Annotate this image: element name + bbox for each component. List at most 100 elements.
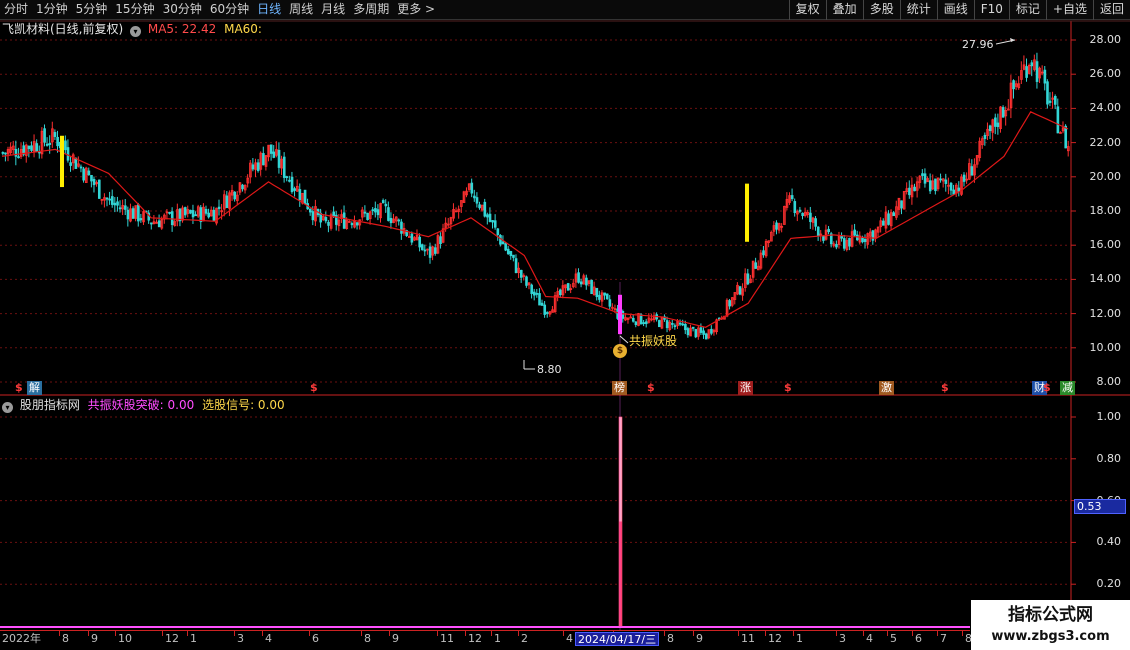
candle-body bbox=[14, 148, 18, 157]
period-tab[interactable]: 60分钟 bbox=[206, 0, 253, 20]
candle-body bbox=[462, 191, 466, 203]
candle-body bbox=[150, 222, 153, 225]
candle-body bbox=[311, 211, 315, 221]
candle-body bbox=[981, 138, 984, 146]
candle-body bbox=[1048, 100, 1052, 103]
price-tick-label: 28.00 bbox=[1089, 33, 1122, 46]
indicator-tick-label: 0.40 bbox=[1096, 535, 1122, 549]
candle-body bbox=[27, 145, 31, 150]
event-badge[interactable]: 涨 bbox=[738, 381, 753, 395]
date-tick bbox=[491, 631, 492, 636]
candle-body bbox=[928, 180, 932, 192]
candle-body bbox=[397, 219, 401, 222]
event-badge[interactable]: 榜 bbox=[612, 381, 627, 395]
tool-button[interactable]: 统计 bbox=[899, 0, 937, 20]
date-tick-label: 1 bbox=[494, 632, 501, 645]
candle-body bbox=[1051, 97, 1054, 100]
tool-button[interactable]: 返回 bbox=[1092, 0, 1130, 20]
dollar-event-icon[interactable]: $ bbox=[784, 381, 792, 395]
kline-chart[interactable] bbox=[0, 0, 1130, 650]
indicator-name[interactable]: 股朋指标网 bbox=[20, 398, 80, 412]
event-badge[interactable]: 减 bbox=[1060, 381, 1075, 395]
period-tab[interactable]: 多周期 bbox=[349, 0, 393, 20]
candle-body bbox=[1043, 69, 1047, 84]
period-tab[interactable]: 30分钟 bbox=[159, 0, 206, 20]
candle-body bbox=[95, 182, 98, 185]
period-tab[interactable]: 15分钟 bbox=[111, 0, 158, 20]
candle-body bbox=[806, 212, 810, 215]
date-tick bbox=[361, 631, 362, 636]
candle-body bbox=[246, 177, 250, 184]
tool-button[interactable]: 复权 bbox=[788, 0, 826, 20]
candle-body bbox=[56, 136, 59, 147]
tool-button[interactable]: 叠加 bbox=[825, 0, 863, 20]
candle-body bbox=[1004, 109, 1008, 117]
tool-button[interactable]: 标记 bbox=[1008, 0, 1046, 20]
candle-body bbox=[389, 217, 393, 224]
dropdown-icon[interactable]: ▾ bbox=[2, 402, 13, 413]
period-tab[interactable]: 分时 bbox=[0, 0, 32, 20]
dollar-event-icon[interactable]: $ bbox=[15, 381, 23, 395]
candle-body bbox=[634, 321, 638, 325]
period-tab[interactable]: 5分钟 bbox=[72, 0, 112, 20]
candle-body bbox=[983, 134, 987, 139]
candle-body bbox=[506, 248, 510, 255]
candle-body bbox=[668, 321, 672, 330]
stock-title[interactable]: 飞凯材料(日线,前复权) bbox=[2, 22, 123, 36]
candle-body bbox=[17, 156, 20, 159]
candle-body bbox=[478, 204, 481, 209]
date-tick bbox=[765, 631, 766, 636]
candle-body bbox=[652, 315, 656, 321]
period-tabs: 分时 1分钟 5分钟 15分钟 30分钟 60分钟 日线 周线 月线 多周期 更多 > bbox=[0, 0, 439, 20]
period-tab[interactable]: 周线 bbox=[285, 0, 317, 20]
candle-body bbox=[686, 328, 690, 336]
candle-body bbox=[282, 156, 286, 178]
period-tab[interactable]: 日线 bbox=[253, 0, 285, 20]
dollar-event-icon[interactable]: $ bbox=[1043, 381, 1051, 395]
price-tick-label: 8.00 bbox=[1096, 375, 1122, 388]
candle-body bbox=[816, 226, 820, 237]
candle-body bbox=[25, 144, 28, 156]
candle-body bbox=[1035, 61, 1039, 82]
candle-body bbox=[1046, 81, 1049, 105]
dollar-event-icon[interactable]: $ bbox=[647, 381, 655, 395]
dropdown-icon[interactable]: ▾ bbox=[130, 26, 142, 37]
tool-button[interactable]: 画线 bbox=[936, 0, 974, 20]
candle-body bbox=[280, 158, 283, 169]
candle-body bbox=[87, 170, 91, 176]
period-tab[interactable]: 1分钟 bbox=[32, 0, 72, 20]
dollar-event-icon[interactable]: $ bbox=[310, 381, 318, 395]
candle-body bbox=[170, 211, 174, 226]
candle-body bbox=[645, 321, 648, 325]
dollar-event-icon[interactable]: $ bbox=[941, 381, 949, 395]
candle-body bbox=[444, 222, 448, 230]
candle-body bbox=[574, 273, 578, 283]
money-bag-icon[interactable]: $ bbox=[613, 344, 627, 358]
candle-body bbox=[152, 221, 156, 225]
tool-button[interactable]: +自选 bbox=[1045, 0, 1093, 20]
candle-body bbox=[691, 326, 695, 329]
candle-body bbox=[618, 311, 622, 321]
candle-body bbox=[473, 195, 476, 199]
candle-body bbox=[230, 190, 234, 196]
candle-body bbox=[952, 189, 956, 195]
candle-body bbox=[848, 238, 851, 247]
period-tab[interactable]: 月线 bbox=[317, 0, 349, 20]
candle-body bbox=[777, 223, 781, 231]
tool-button[interactable]: F10 bbox=[973, 0, 1009, 20]
tool-button[interactable]: 多股 bbox=[862, 0, 900, 20]
candle-body bbox=[835, 244, 838, 248]
date-tick bbox=[389, 631, 390, 636]
candle-body bbox=[426, 248, 429, 251]
event-badge[interactable]: 激 bbox=[879, 381, 894, 395]
candle-body bbox=[592, 286, 596, 296]
event-badge[interactable]: 解 bbox=[27, 381, 42, 395]
candle-body bbox=[66, 147, 70, 161]
period-tab[interactable]: 更多 > bbox=[393, 0, 439, 20]
candle-body bbox=[759, 252, 763, 269]
candle-body bbox=[413, 237, 416, 241]
candle-body bbox=[827, 228, 830, 233]
candle-body bbox=[1040, 71, 1044, 74]
candle-body bbox=[556, 291, 560, 297]
date-tick bbox=[912, 631, 913, 636]
